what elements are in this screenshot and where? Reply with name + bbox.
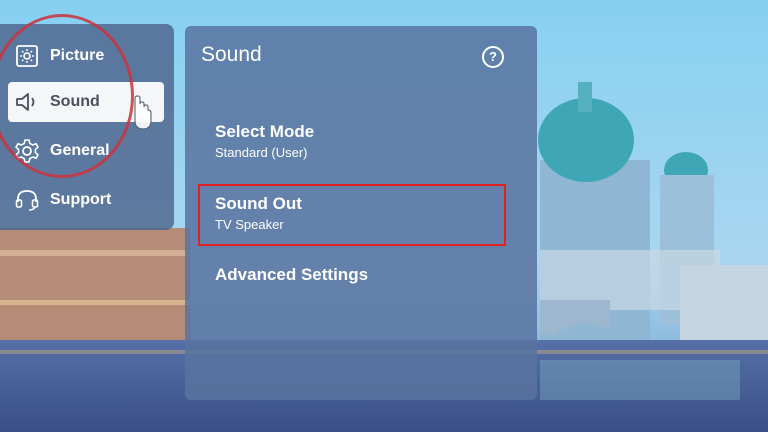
gear-icon [14,138,40,164]
sound-panel: Sound ? Select Mode Standard (User) Soun… [185,26,537,400]
speaker-icon [14,89,40,115]
headset-icon [14,187,40,213]
menu-item-label: General [50,142,110,159]
option-select-mode[interactable]: Select Mode Standard (User) [215,122,314,160]
option-sound-out[interactable]: Sound Out TV Speaker [215,194,302,232]
menu-item-general[interactable]: General [8,131,164,171]
menu-item-label: Sound [50,93,100,110]
option-label: Advanced Settings [215,265,369,284]
mouse-pointer-icon [134,95,152,130]
menu-item-support[interactable]: Support [8,180,164,220]
picture-icon [14,43,40,69]
menu-item-label: Picture [50,47,105,64]
menu-item-label: Support [50,191,112,208]
option-label: Select Mode [215,122,315,141]
help-icon[interactable]: ? [482,46,504,68]
option-label: Sound Out [215,194,302,213]
option-advanced-settings[interactable]: Advanced Settings [215,265,368,285]
menu-item-picture[interactable]: Picture [8,36,164,76]
option-value: TV Speaker [215,217,284,232]
option-value: Standard (User) [215,145,308,160]
panel-title: Sound [201,43,262,66]
